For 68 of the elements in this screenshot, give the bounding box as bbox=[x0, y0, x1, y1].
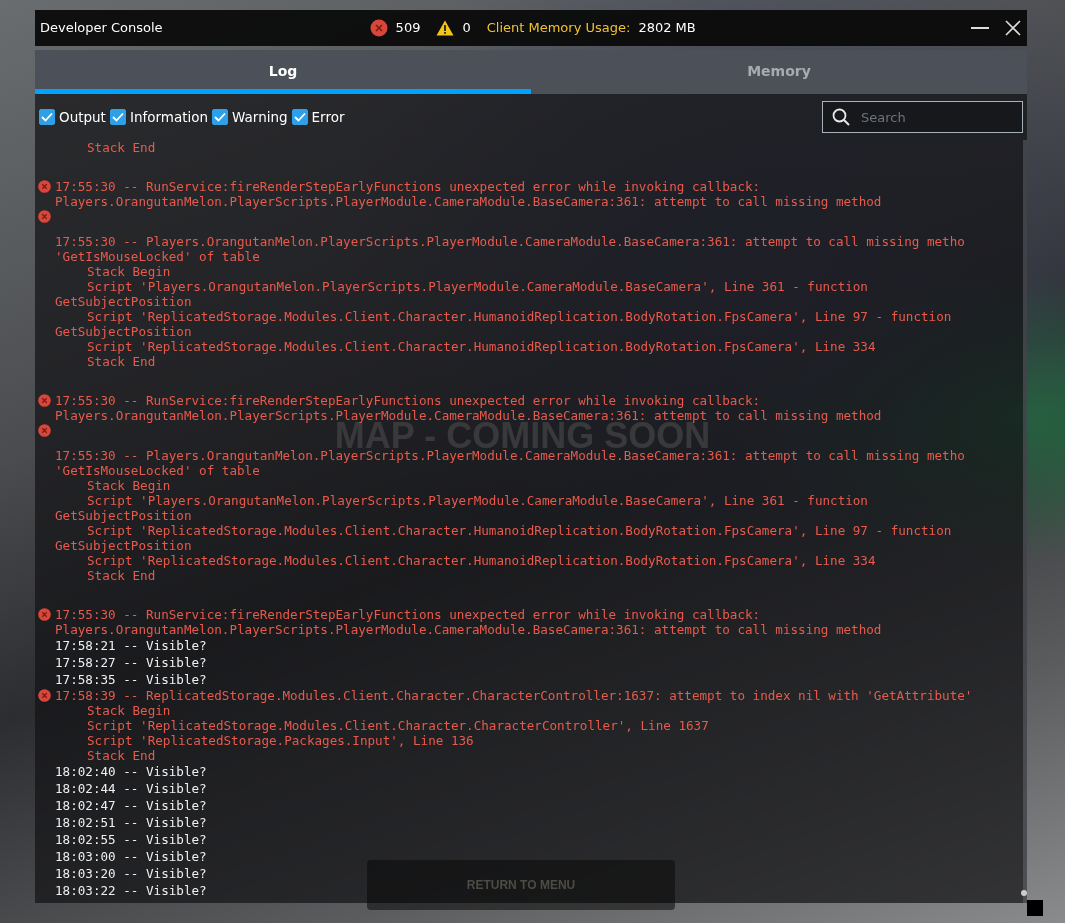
error-line: Players.OrangutanMelon.PlayerScripts.PlayerModule.CameraModule.BaseCamera:361: attempt to call missing method bbox=[55, 622, 882, 637]
memory-value: 2802 MB bbox=[638, 19, 696, 38]
output-line: 18:02:44 -- Visible? bbox=[55, 781, 207, 796]
checkbox[interactable] bbox=[212, 109, 229, 125]
error-icon bbox=[38, 180, 51, 193]
error-line: 'GetIsMouseLocked' of table bbox=[55, 249, 260, 264]
error-icon bbox=[38, 608, 51, 621]
checkbox-label[interactable]: Information bbox=[129, 106, 209, 128]
close-icon[interactable] bbox=[1005, 20, 1021, 36]
warning-icon bbox=[436, 20, 455, 36]
error-line: Players.OrangutanMelon.PlayerScripts.PlayerModule.CameraModule.BaseCamera:361: attempt to call missing method bbox=[55, 194, 882, 209]
output-line: 18:02:55 -- Visible? bbox=[55, 832, 207, 847]
error-line: GetSubjectPosition bbox=[55, 508, 192, 523]
error-line: GetSubjectPosition bbox=[55, 324, 192, 339]
tab[interactable]: Memory bbox=[531, 50, 1027, 94]
corner-square bbox=[1027, 900, 1043, 916]
error-line: 17:55:30 -- Players.OrangutanMelon.PlayerScripts.PlayerModule.CameraModule.BaseCamera:361: attempt to call missing metho bbox=[55, 234, 965, 249]
error-line: 17:58:39 -- ReplicatedStorage.Modules.Client.Character.CharacterController:1637: attempt to index nil with 'GetAttribute' bbox=[55, 688, 973, 703]
error-line: GetSubjectPosition bbox=[55, 294, 192, 309]
output-line: 17:58:27 -- Visible? bbox=[55, 655, 207, 670]
output-line: 18:02:51 -- Visible? bbox=[55, 815, 207, 830]
checkbox[interactable] bbox=[291, 109, 308, 125]
error-line: Script 'ReplicatedStorage.Modules.Client.Character.CharacterController', Line 1637 bbox=[87, 718, 709, 733]
output-line: 17:58:35 -- Visible? bbox=[55, 672, 207, 687]
error-line: Script 'ReplicatedStorage.Packages.Input', Line 136 bbox=[87, 733, 474, 748]
error-line: 17:55:30 -- Players.OrangutanMelon.PlayerScripts.PlayerModule.CameraModule.BaseCamera:361: attempt to call missing metho bbox=[55, 448, 965, 463]
error-icon bbox=[38, 689, 51, 702]
checkbox-label[interactable]: Warning bbox=[232, 106, 288, 128]
error-line: Players.OrangutanMelon.PlayerScripts.PlayerModule.CameraModule.BaseCamera:361: attempt to call missing method bbox=[55, 408, 882, 423]
output-line: 18:03:00 -- Visible? bbox=[55, 849, 207, 864]
checkbox[interactable] bbox=[39, 109, 55, 125]
error-line: Stack End bbox=[87, 354, 156, 369]
output-line: 18:02:40 -- Visible? bbox=[55, 764, 207, 779]
error-icon bbox=[38, 424, 51, 437]
output-line: 18:03:20 -- Visible? bbox=[55, 866, 207, 881]
error-line: Stack Begin bbox=[87, 478, 171, 493]
error-line: 17:55:30 -- RunService:fireRenderStepEarlyFunctions unexpected error while invoking callback: bbox=[55, 179, 761, 194]
output-line: 18:02:47 -- Visible? bbox=[55, 798, 207, 813]
error-line: Script 'ReplicatedStorage.Modules.Client.Character.HumanoidReplication.BodyRotation.FpsCamera', Line 97 - function bbox=[87, 309, 952, 324]
error-line: Stack End bbox=[87, 568, 156, 583]
error-line: 17:55:30 -- RunService:fireRenderStepEarlyFunctions unexpected error while invoking callback: bbox=[55, 393, 761, 408]
error-line: GetSubjectPosition bbox=[55, 538, 192, 553]
scrollbar[interactable] bbox=[1023, 140, 1027, 903]
search-field[interactable]: Search bbox=[822, 101, 1023, 133]
scroll-dot bbox=[1021, 890, 1027, 896]
error-line: Script 'Players.OrangutanMelon.PlayerScripts.PlayerModule.CameraModule.BaseCamera', Line 361 - function bbox=[87, 279, 868, 294]
error-line: Stack End bbox=[87, 140, 156, 155]
warning-count: 0 bbox=[462, 19, 471, 38]
error-line: 'GetIsMouseLocked' of table bbox=[55, 463, 260, 478]
checkbox-label[interactable]: Error bbox=[311, 106, 345, 128]
output-line: 17:58:21 -- Visible? bbox=[55, 638, 207, 653]
memory-label: Client Memory Usage: bbox=[486, 19, 631, 38]
error-icon bbox=[38, 210, 51, 223]
error-line: Stack Begin bbox=[87, 264, 171, 279]
error-line: Stack End bbox=[87, 748, 156, 763]
checkbox[interactable] bbox=[109, 109, 126, 125]
output-line: 18:03:22 -- Visible? bbox=[55, 883, 207, 898]
error-line: 17:55:30 -- RunService:fireRenderStepEarlyFunctions unexpected error while invoking callback: bbox=[55, 607, 761, 622]
error-line: Script 'ReplicatedStorage.Modules.Client.Character.HumanoidReplication.BodyRotation.FpsCamera', Line 334 bbox=[87, 339, 876, 354]
error-line: Script 'Players.OrangutanMelon.PlayerScripts.PlayerModule.CameraModule.BaseCamera', Line 361 - function bbox=[87, 493, 868, 508]
window-title: Developer Console bbox=[40, 19, 163, 38]
checkbox-label[interactable]: Output bbox=[59, 106, 106, 128]
error-icon bbox=[369, 19, 388, 37]
error-icon bbox=[38, 394, 51, 407]
error-line: Stack Begin bbox=[87, 703, 171, 718]
error-line: Script 'ReplicatedStorage.Modules.Client.Character.HumanoidReplication.BodyRotation.FpsCamera', Line 97 - function bbox=[87, 523, 952, 538]
error-count: 509 bbox=[395, 19, 421, 38]
error-line: Script 'ReplicatedStorage.Modules.Client.Character.HumanoidReplication.BodyRotation.FpsCamera', Line 334 bbox=[87, 553, 876, 568]
